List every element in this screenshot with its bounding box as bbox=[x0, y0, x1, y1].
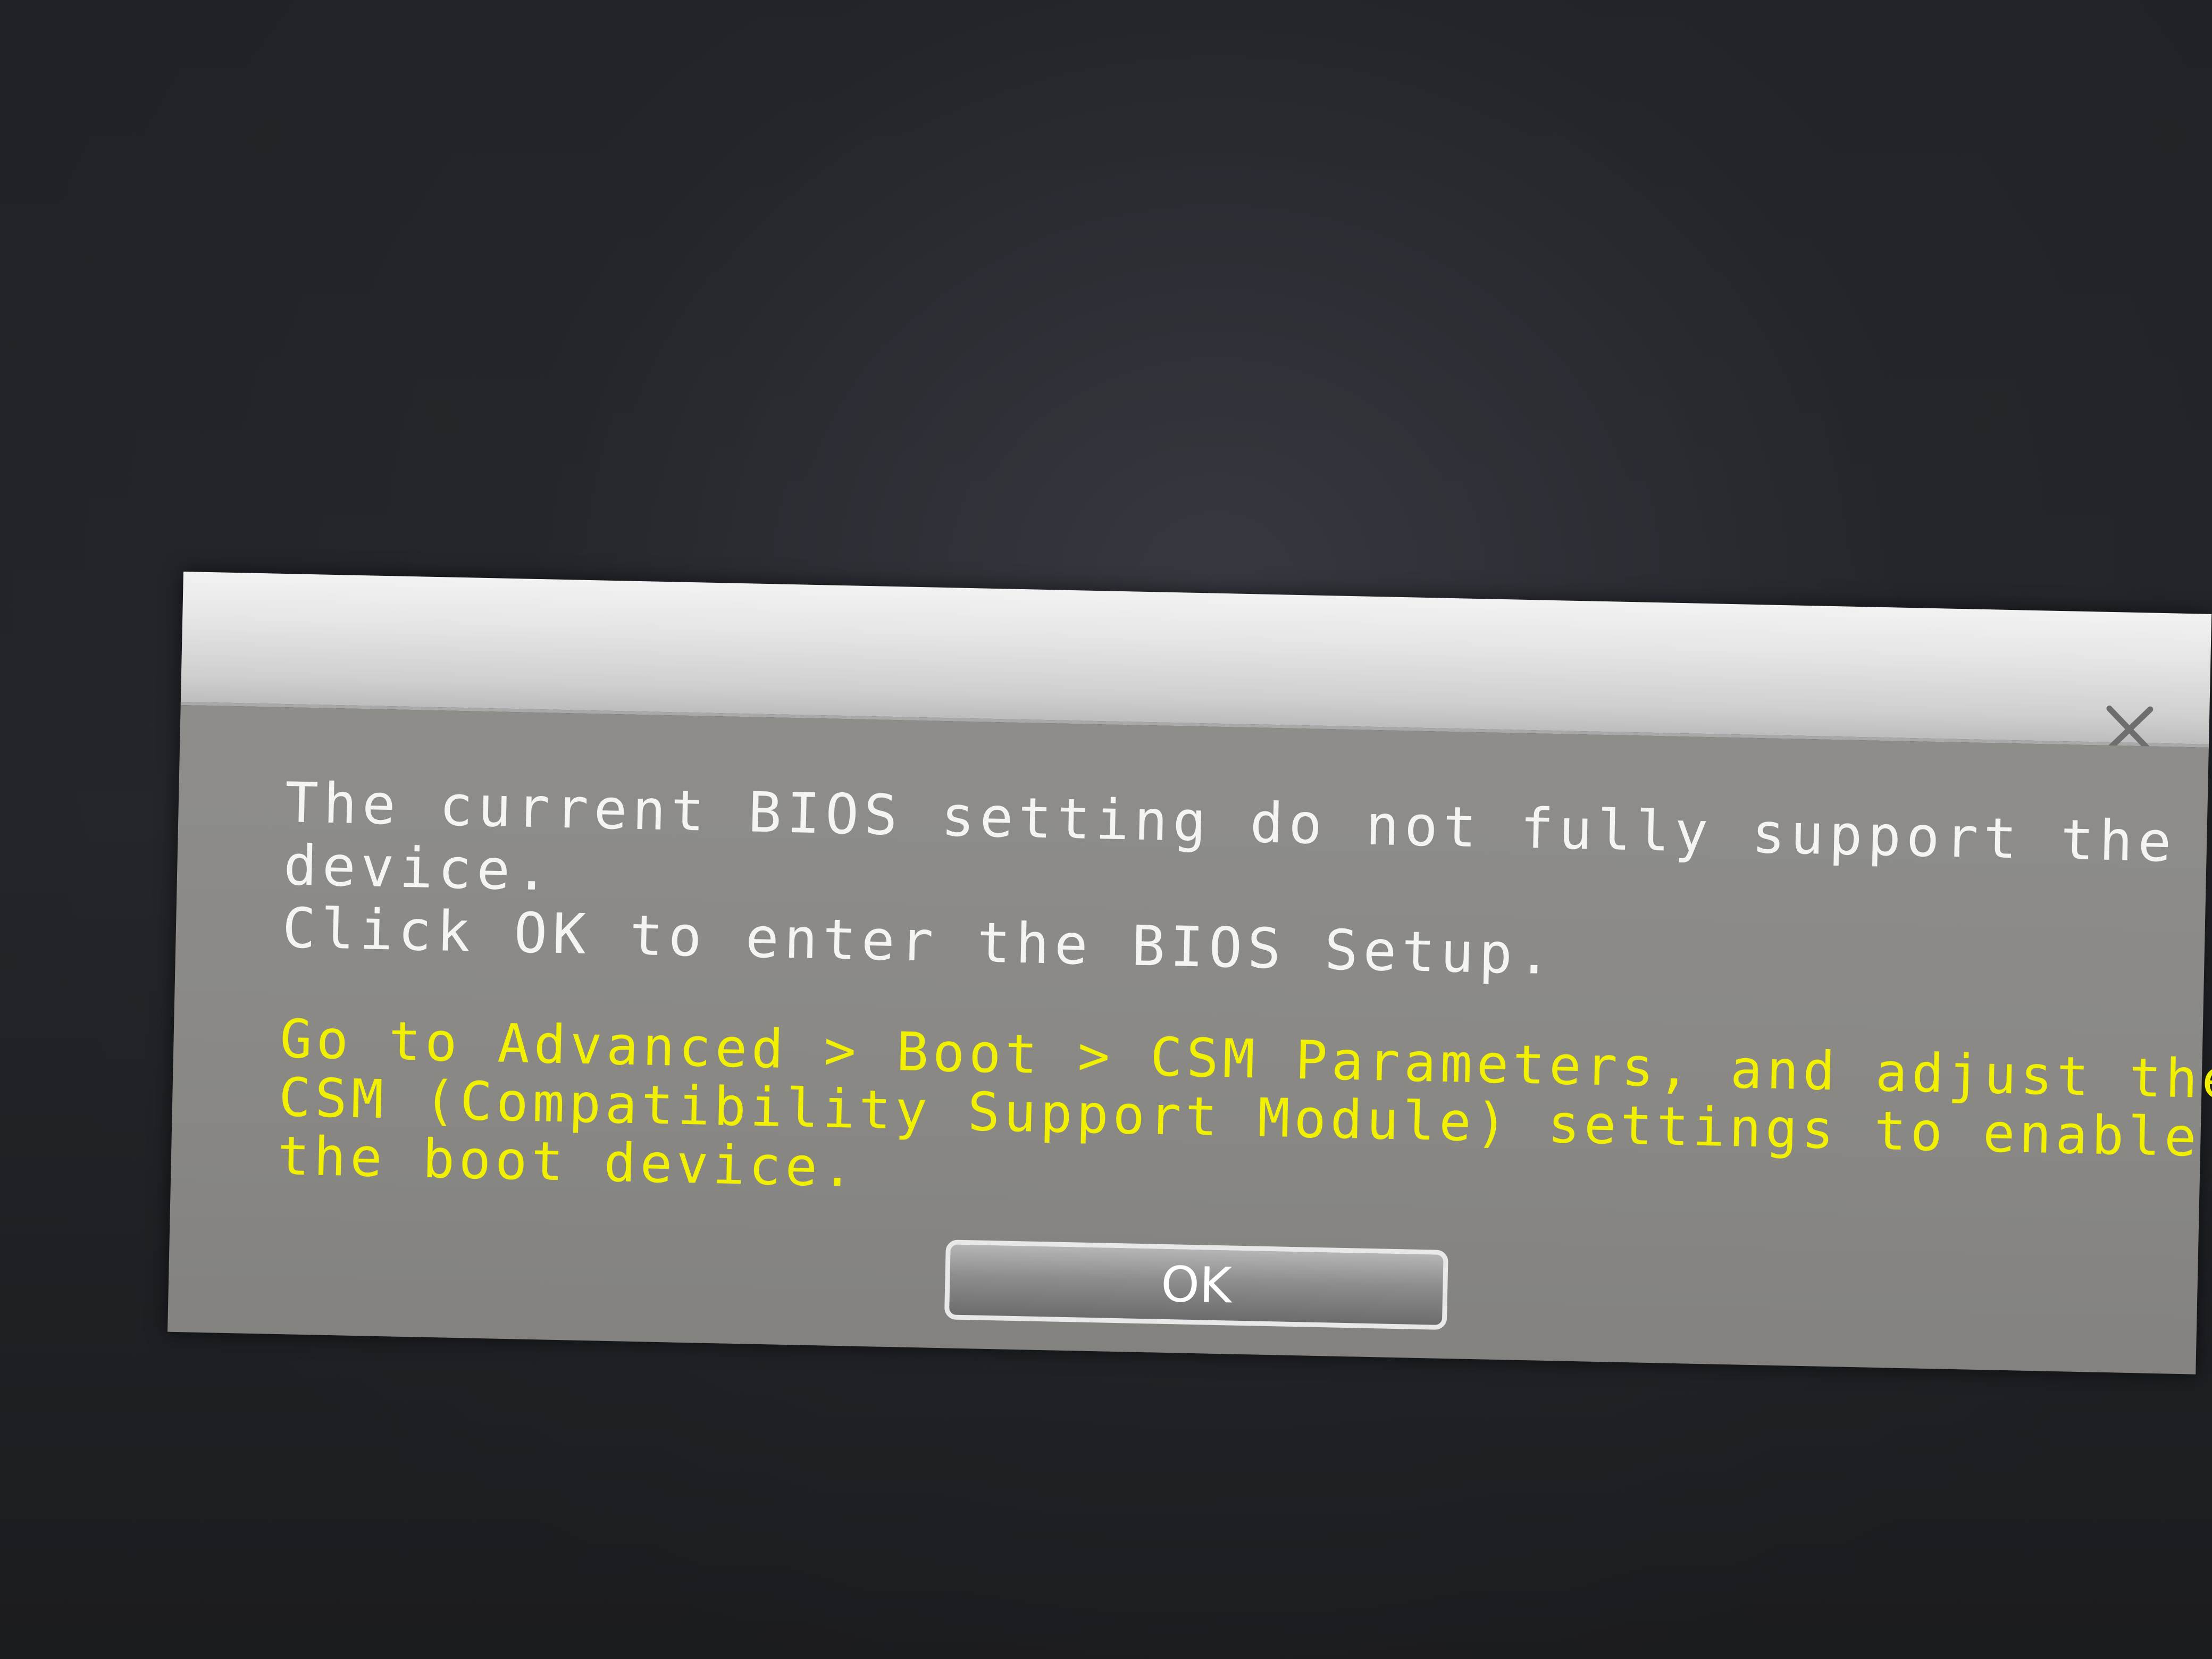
bios-warning-dialog: The current BIOS setting do not fully su… bbox=[167, 572, 2212, 1375]
hint-text: Go to Advanced > Boot > CSM Parameters, … bbox=[277, 1008, 2212, 1224]
message-text: The current BIOS setting do not fully su… bbox=[282, 770, 2177, 998]
ok-button-label: OK bbox=[1160, 1255, 1233, 1314]
ok-button[interactable]: OK bbox=[944, 1239, 1448, 1330]
dialog-body: The current BIOS setting do not fully su… bbox=[167, 705, 2212, 1375]
